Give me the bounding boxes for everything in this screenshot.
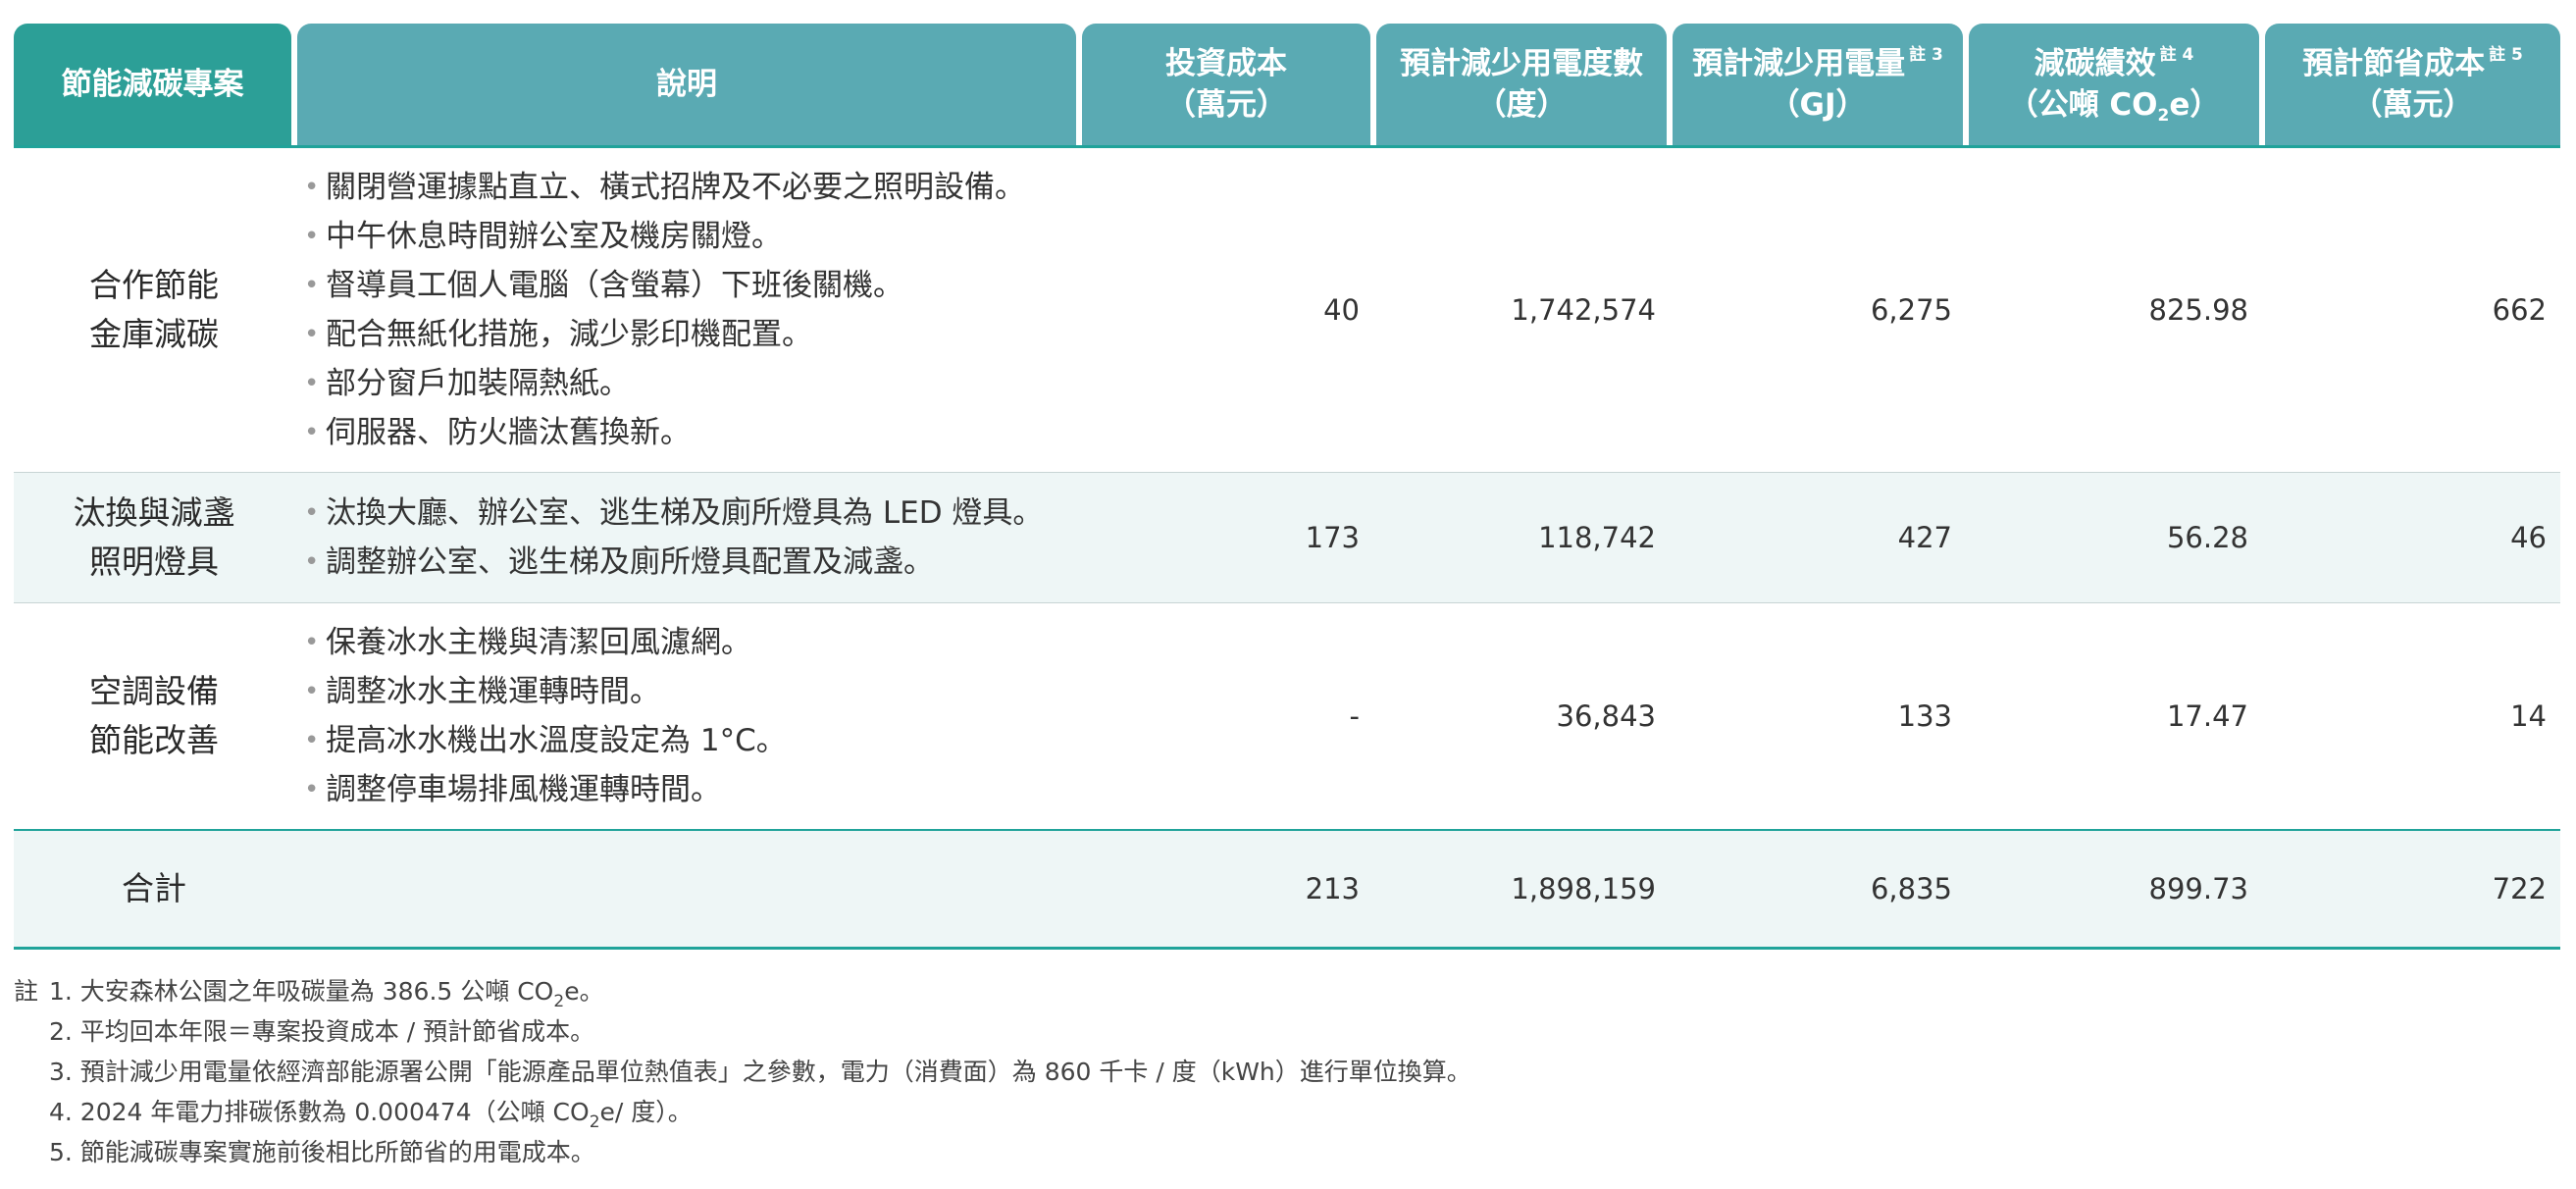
cell-gj: 133	[1670, 603, 1966, 831]
cell-investment: 40	[1079, 148, 1373, 473]
cell-carbon: 56.28	[1966, 473, 2262, 603]
table-row: 空調設備 節能改善 保養冰水主機與清潔回風濾網。 調整冰水主機運轉時間。 提高冰…	[14, 603, 2560, 831]
list-item: 伺服器、防火牆汰舊換新。	[304, 408, 1079, 457]
project-name: 空調設備 節能改善	[14, 603, 294, 831]
cell-kwh: 118,742	[1373, 473, 1670, 603]
total-label: 合計	[14, 831, 294, 950]
project-description: 關閉營運據點直立、橫式招牌及不必要之照明設備。 中午休息時間辦公室及機房關燈。 …	[294, 148, 1079, 473]
footnote-1: 註 1. 大安森林公園之年吸碳量為 386.5 公噸 CO2e。	[14, 977, 604, 1011]
total-row: 合計 213 1,898,159 6,835 899.73 722	[14, 831, 2560, 950]
header-investment: 投資成本 （萬元）	[1079, 24, 1373, 148]
footnote-5: 5. 節能減碳專案實施前後相比所節省的用電成本。	[49, 1138, 595, 1166]
cell-saving: 14	[2262, 603, 2560, 831]
total-carbon: 899.73	[1966, 831, 2262, 950]
list-item: 配合無紙化措施，減少影印機配置。	[304, 310, 1079, 359]
footnote-2: 2. 平均回本年限＝專案投資成本 / 預計節省成本。	[49, 1017, 595, 1046]
header-cost-saving: 預計節省成本註 5 （萬元）	[2262, 24, 2560, 148]
header-kwh-reduction: 預計減少用電度數 （度）	[1373, 24, 1670, 148]
list-item: 調整辦公室、逃生梯及廁所燈具配置及減盞。	[304, 538, 1079, 587]
project-description: 保養冰水主機與清潔回風濾網。 調整冰水主機運轉時間。 提高冰水機出水溫度設定為 …	[294, 603, 1079, 831]
total-kwh: 1,898,159	[1373, 831, 1670, 950]
cell-saving: 46	[2262, 473, 2560, 603]
list-item: 中午休息時間辦公室及機房關燈。	[304, 212, 1079, 261]
list-item: 關閉營運據點直立、橫式招牌及不必要之照明設備。	[304, 163, 1079, 212]
cell-gj: 6,275	[1670, 148, 1966, 473]
total-gj: 6,835	[1670, 831, 1966, 950]
list-item: 提高冰水機出水溫度設定為 1°C。	[304, 716, 1079, 765]
list-item: 督導員工個人電腦（含螢幕）下班後關機。	[304, 261, 1079, 310]
footnotes: 註 1. 大安森林公園之年吸碳量為 386.5 公噸 CO2e。 2. 平均回本…	[14, 971, 1471, 1172]
project-name: 汰換與減盞 照明燈具	[14, 473, 294, 603]
total-description-empty	[294, 831, 1079, 950]
cell-saving: 662	[2262, 148, 2560, 473]
header-description: 說明	[294, 24, 1079, 148]
table-row: 合作節能 金庫減碳 關閉營運據點直立、橫式招牌及不必要之照明設備。 中午休息時間…	[14, 148, 2560, 473]
table-header-row: 節能減碳專案 說明 投資成本 （萬元） 預計減少用電度數 （度） 預計減少用電量…	[14, 24, 2560, 148]
project-name: 合作節能 金庫減碳	[14, 148, 294, 473]
table-row: 汰換與減盞 照明燈具 汰換大廳、辦公室、逃生梯及廁所燈具為 LED 燈具。 調整…	[14, 473, 2560, 603]
list-item: 調整停車場排風機運轉時間。	[304, 765, 1079, 814]
header-gj-reduction: 預計減少用電量註 3 （GJ）	[1670, 24, 1966, 148]
total-saving: 722	[2262, 831, 2560, 950]
cell-gj: 427	[1670, 473, 1966, 603]
list-item: 調整冰水主機運轉時間。	[304, 667, 1079, 716]
cell-investment: -	[1079, 603, 1373, 831]
footnote-4: 4. 2024 年電力排碳係數為 0.000474（公噸 CO2e/ 度）。	[49, 1098, 693, 1132]
header-carbon-reduction: 減碳績效註 4 （公噸 CO2e）	[1966, 24, 2262, 148]
header-project: 節能減碳專案	[14, 24, 294, 148]
list-item: 汰換大廳、辦公室、逃生梯及廁所燈具為 LED 燈具。	[304, 489, 1079, 538]
energy-saving-table: 節能減碳專案 說明 投資成本 （萬元） 預計減少用電度數 （度） 預計減少用電量…	[14, 24, 2560, 950]
total-investment: 213	[1079, 831, 1373, 950]
project-description: 汰換大廳、辦公室、逃生梯及廁所燈具為 LED 燈具。 調整辦公室、逃生梯及廁所燈…	[294, 473, 1079, 603]
cell-carbon: 825.98	[1966, 148, 2262, 473]
cell-kwh: 36,843	[1373, 603, 1670, 831]
cell-kwh: 1,742,574	[1373, 148, 1670, 473]
energy-saving-table-wrapper: 節能減碳專案 說明 投資成本 （萬元） 預計減少用電度數 （度） 預計減少用電量…	[14, 24, 2560, 950]
cell-investment: 173	[1079, 473, 1373, 603]
list-item: 部分窗戶加裝隔熱紙。	[304, 359, 1079, 408]
footnote-3: 3. 預計減少用電量依經濟部能源署公開「能源產品單位熱值表」之參數，電力（消費面…	[49, 1058, 1471, 1086]
cell-carbon: 17.47	[1966, 603, 2262, 831]
list-item: 保養冰水主機與清潔回風濾網。	[304, 618, 1079, 667]
